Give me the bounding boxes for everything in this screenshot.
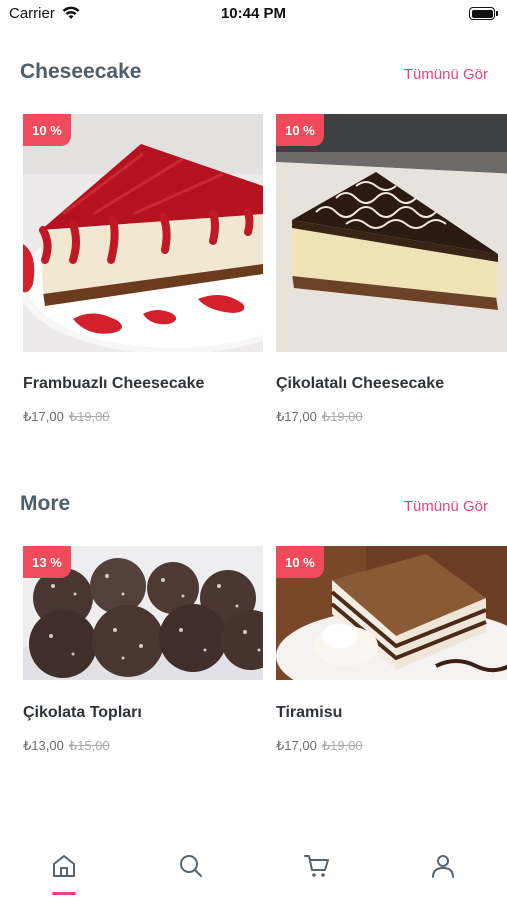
tab-search[interactable] <box>171 846 211 886</box>
discount-badge: 13 % <box>23 546 71 578</box>
product-card[interactable]: 13 % Çikolata Topları ₺13,00 ₺15,00 <box>23 546 263 753</box>
price: ₺13,00 <box>23 738 64 753</box>
old-price: ₺19,00 <box>321 409 363 424</box>
section-more: More Tümünü Gör 13 % Çikolata Topları ₺1… <box>0 484 507 753</box>
product-image[interactable]: 10 % <box>276 114 507 352</box>
active-tab-indicator <box>52 892 76 895</box>
see-all-link[interactable]: Tümünü Gör <box>404 66 488 83</box>
old-price: ₺15,00 <box>68 738 110 753</box>
price-row: ₺17,00 ₺19,00 <box>276 409 363 425</box>
price-row: ₺13,00 ₺15,00 <box>23 738 110 754</box>
discount-badge: 10 % <box>23 114 71 146</box>
discount-badge: 10 % <box>276 546 324 578</box>
product-image[interactable]: 10 % <box>23 114 263 352</box>
discount-badge: 10 % <box>276 114 324 146</box>
cart-icon <box>304 855 329 877</box>
tab-profile[interactable] <box>423 846 463 886</box>
price: ₺17,00 <box>23 409 64 424</box>
raspberry-cheesecake-image <box>23 114 263 352</box>
price: ₺17,00 <box>276 409 317 424</box>
tab-bar <box>0 840 507 900</box>
battery-icon <box>469 7 498 20</box>
price-row: ₺17,00 ₺19,00 <box>23 409 110 425</box>
profile-icon <box>432 855 454 878</box>
old-price: ₺19,00 <box>321 738 363 753</box>
search-icon <box>180 855 202 877</box>
status-bar: Carrier 10:44 PM <box>0 0 507 28</box>
product-card[interactable]: 10 % Frambuazlı Cheesecake ₺17,00 ₺19,00 <box>23 114 263 424</box>
product-name: Frambuazlı Cheesecake <box>23 375 205 392</box>
section-title: More <box>20 492 71 515</box>
product-name: Tiramisu <box>276 704 343 721</box>
section-title: Cheseecake <box>20 60 142 83</box>
chocolate-cheesecake-image <box>276 114 507 352</box>
product-image[interactable]: 10 % <box>276 546 507 680</box>
price-row: ₺17,00 ₺19,00 <box>276 738 363 754</box>
product-name: Çikolata Topları <box>23 704 142 721</box>
product-card[interactable]: 10 % Çikolatalı Cheesecake ₺17,00 ₺19,00 <box>276 114 507 424</box>
product-image[interactable]: 13 % <box>23 546 263 680</box>
tab-home[interactable] <box>44 846 84 886</box>
price: ₺17,00 <box>276 738 317 753</box>
old-price: ₺19,00 <box>68 409 110 424</box>
product-name: Çikolatalı Cheesecake <box>276 375 445 392</box>
clock: 10:44 PM <box>220 5 287 22</box>
tab-cart[interactable] <box>297 846 337 886</box>
section-header: More Tümünü Gör <box>0 484 507 524</box>
see-all-link[interactable]: Tümünü Gör <box>404 498 488 515</box>
section-cheesecake: Cheseecake Tümünü Gör 10 % Frambuazlı Ch… <box>0 52 507 424</box>
product-card[interactable]: 10 % Tiramisu ₺17,00 ₺19,00 <box>276 546 507 753</box>
home-icon <box>53 855 75 877</box>
section-header: Cheseecake Tümünü Gör <box>0 52 507 92</box>
